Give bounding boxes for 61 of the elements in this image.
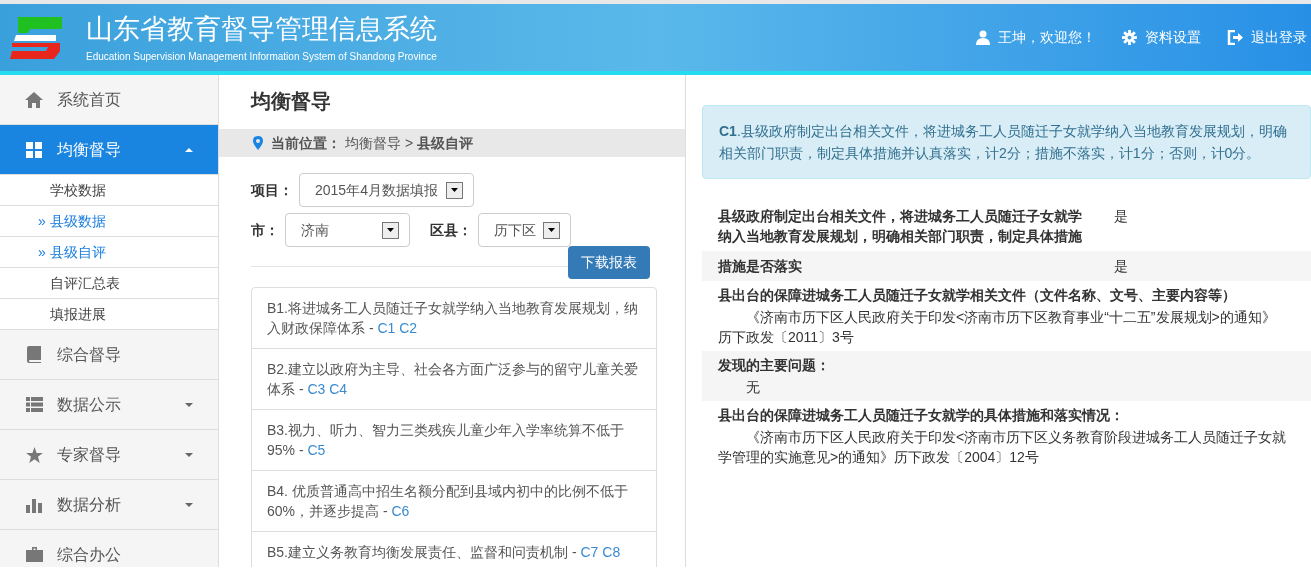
- sidebar-item[interactable]: 数据公示: [0, 380, 218, 430]
- submenu-item[interactable]: 填报进展: [0, 299, 218, 330]
- sidebar-item[interactable]: 均衡督导: [0, 125, 218, 175]
- section-heading: 县出台的保障进城务工人员随迁子女就学的具体措施和落实情况：: [718, 406, 1125, 425]
- location-pin-icon: [253, 136, 263, 150]
- criterion-link[interactable]: C7: [580, 544, 599, 560]
- criterion-link[interactable]: C6: [391, 503, 410, 519]
- filter-label: 项目：: [251, 180, 293, 200]
- app-title: 山东省教育督导管理信息系统: [86, 12, 437, 46]
- user-icon: [976, 30, 990, 45]
- section-text: 《济南市历下区人民政府关于印发<济南市历下区教育事业“十二五”发展规划>的通知》历下政发〔2011〕3号: [718, 308, 1277, 347]
- question-label: 措施是否落实: [718, 257, 803, 276]
- criterion-link[interactable]: C4: [329, 381, 348, 397]
- logo-icon: [8, 14, 64, 61]
- submenu-item[interactable]: 学校数据: [0, 175, 218, 206]
- bar-chart-icon: [25, 496, 43, 513]
- section-text: 《济南市历下区人民政府关于印发<济南市历下区义务教育阶段进城务工人员随迁子女就学管理的实施意见>的通知》历下政发〔2004〕12号: [718, 428, 1288, 467]
- breadcrumb-separator: >: [405, 133, 414, 153]
- submenu-item[interactable]: » 县级自评: [0, 237, 218, 268]
- standard-item[interactable]: B1.将进城务工人员随迁子女就学纳入当地教育发展规划，纳入财政保障体系 - C1 C2: [252, 288, 656, 349]
- standard-item[interactable]: B3.视力、听力、智力三类残疾儿童少年入学率统算不低于95% - C5: [252, 410, 656, 471]
- section-heading: 县出台的保障进城务工人员随迁子女就学相关文件（文件名称、文号、主要内容等）: [718, 286, 1237, 305]
- logout-icon: [1227, 30, 1243, 45]
- criterion-link[interactable]: C5: [307, 442, 326, 458]
- submenu-item[interactable]: 自评汇总表: [0, 268, 218, 299]
- standard-item[interactable]: B5.建立义务教育均衡发展责任、监督和问责机制 - C7 C8: [252, 532, 656, 567]
- section-heading: 发现的主要问题：: [718, 356, 831, 375]
- grid-icon: [25, 141, 43, 158]
- breadcrumb-link[interactable]: 均衡督导: [345, 132, 401, 154]
- section-text: 无: [745, 378, 761, 397]
- standard-item[interactable]: B2.建立以政府为主导、社会各方面广泛参与的留守儿童关爱体系 - C3 C4: [252, 349, 656, 410]
- book-icon: [25, 346, 43, 363]
- sidebar-item[interactable]: 综合督导: [0, 330, 218, 380]
- app-subtitle: Education Supervision Management Information System of Shandong Province: [86, 49, 437, 64]
- download-button[interactable]: 下载报表: [568, 246, 650, 279]
- settings-icon: [1122, 30, 1137, 45]
- sidebar-item[interactable]: 综合办公: [0, 530, 218, 567]
- briefcase-icon: [25, 547, 43, 562]
- filter-label: 市：: [251, 220, 279, 240]
- star-icon: [25, 446, 43, 463]
- sidebar-item[interactable]: 数据分析: [0, 480, 218, 530]
- filter-label: 区县：: [430, 220, 472, 240]
- breadcrumb-label: 当前位置：: [271, 133, 341, 153]
- standard-item[interactable]: B4. 优质普通高中招生名额分配到县域内初中的比例不低于60%，并逐步提高 - C6: [252, 471, 656, 532]
- submenu-item[interactable]: » 县级数据: [0, 206, 218, 237]
- home-icon: [25, 91, 43, 108]
- list-icon: [25, 397, 43, 412]
- question-label: 县级政府制定出台相关文件，将进城务工人员随迁子女就学纳入当地教育发展规划，明确相关部门职责，制定具体措施: [718, 207, 1083, 246]
- criterion-link[interactable]: C3: [307, 381, 326, 397]
- page-title: 均衡督导: [251, 89, 331, 114]
- select-field[interactable]: 2015年4月数据填报: [299, 173, 474, 207]
- select-field[interactable]: 历下区: [478, 213, 571, 247]
- criterion-link[interactable]: C1: [377, 320, 396, 336]
- select-field[interactable]: 济南: [285, 213, 410, 247]
- criterion-link[interactable]: C8: [602, 544, 621, 560]
- criterion-link[interactable]: C2: [399, 320, 418, 336]
- answer-value: 是: [1114, 207, 1128, 226]
- breadcrumb-current: 县级自评: [417, 133, 474, 153]
- criterion-alert: C1.县级政府制定出台相关文件，将进城务工人员随迁子女就学纳入当地教育发展规划，明确相关部门职责，制定具体措施并认真落实，计2分；措施不落实，计1分；否则，计0分。: [702, 105, 1311, 179]
- answer-value: 是: [1114, 257, 1128, 276]
- sidebar-item[interactable]: 专家督导: [0, 430, 218, 480]
